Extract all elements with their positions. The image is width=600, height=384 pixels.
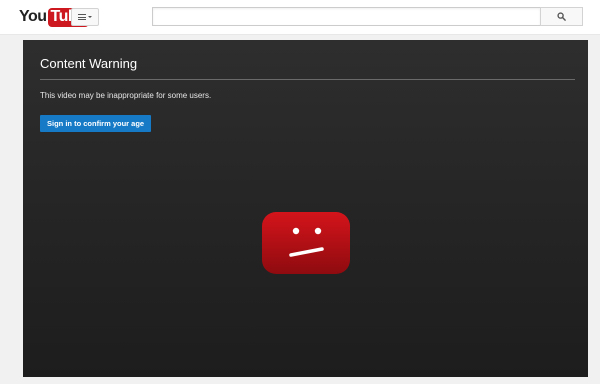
divider [40,79,575,80]
content-warning-title: Content Warning [40,56,138,71]
sign-in-confirm-age-button[interactable]: Sign in to confirm your age [40,115,152,132]
content-warning-message: This video may be inappropriate for some… [40,91,212,100]
guide-menu-button[interactable] [71,8,99,26]
caret-down-icon [88,16,92,18]
logo-you-text: You [19,8,47,25]
hamburger-menu-icon [78,14,86,20]
search-input[interactable] [152,7,540,26]
search-button[interactable] [540,7,583,26]
search-icon [557,12,566,21]
sad-play-button-icon [262,212,350,274]
video-player: Content Warning This video may be inappr… [23,40,588,377]
masthead: You Tube [0,0,600,35]
